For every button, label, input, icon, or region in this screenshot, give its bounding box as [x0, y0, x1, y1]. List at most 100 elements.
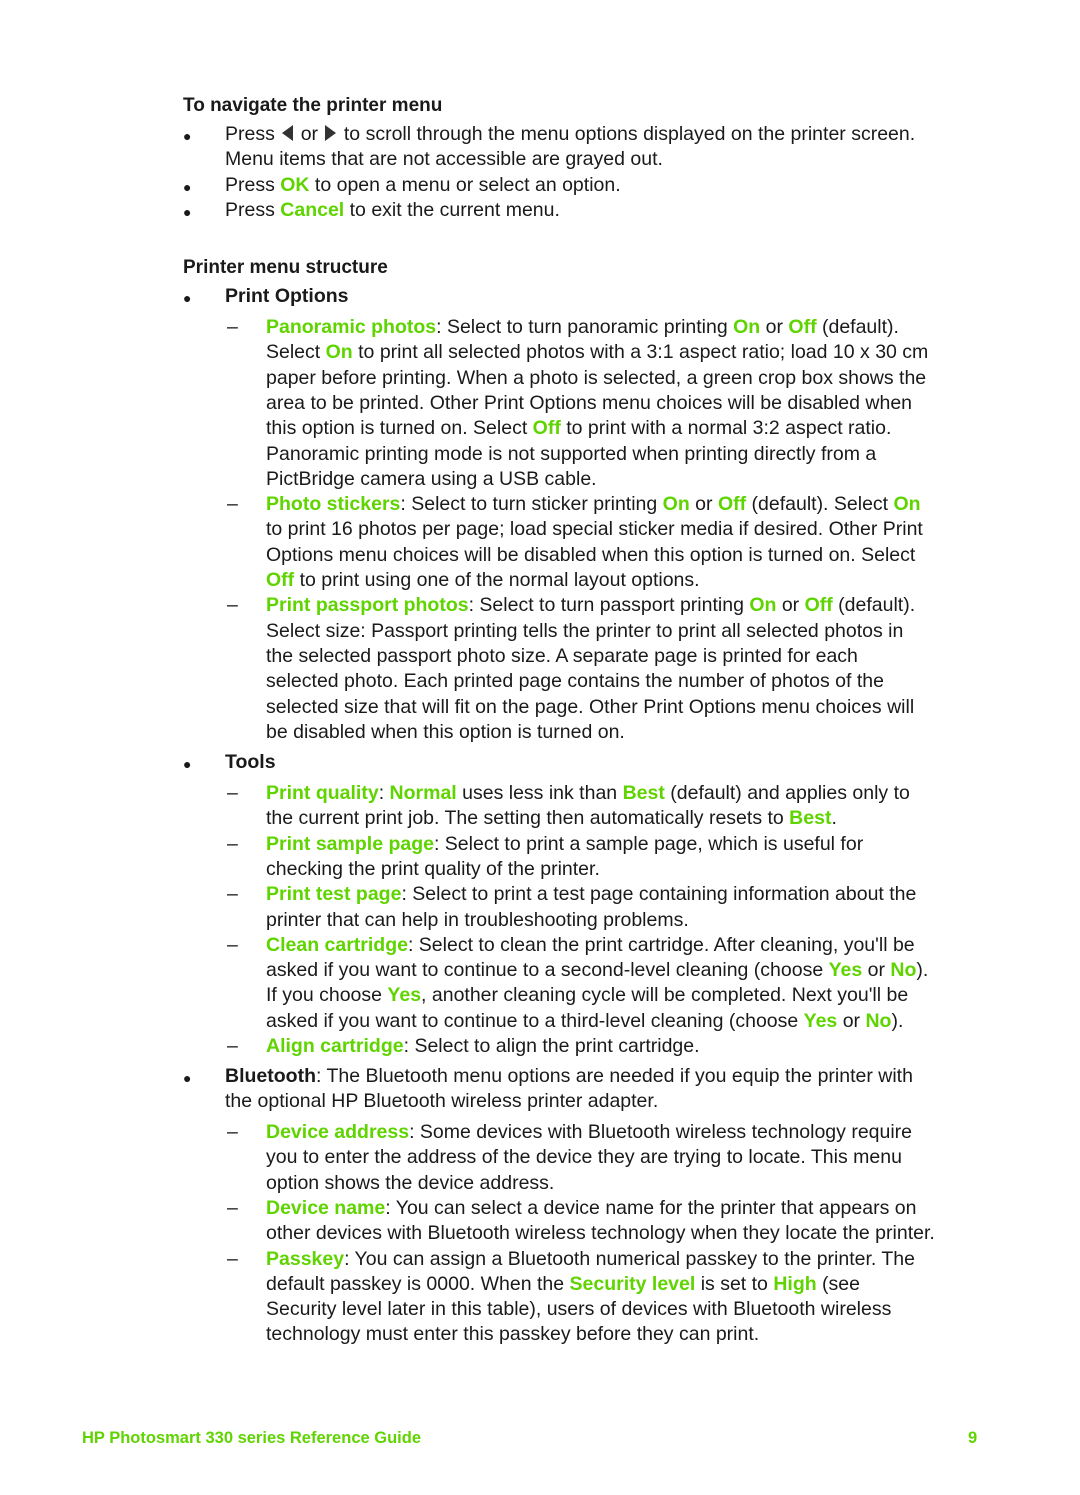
tools-item-line: the current print job. The setting then … [266, 806, 837, 831]
left-arrow-icon [282, 125, 294, 141]
body-text: this option is turned on. Select [266, 417, 533, 440]
body-text: to print with a normal 3:2 aspect ratio. [560, 417, 892, 440]
body-text: (see [816, 1272, 860, 1295]
body-text: , another cleaning cycle will be complet… [421, 984, 909, 1007]
bluetooth-desc-line2: the optional HP Bluetooth wireless print… [225, 1090, 659, 1112]
body-text: option shows the device address. [266, 1171, 555, 1194]
body-text: the current print job. The setting then … [266, 807, 790, 830]
body-text: to print all selected photos with a 3:1 … [352, 341, 929, 364]
tools-item-line: asked if you want to continue to a secon… [266, 958, 928, 983]
tools-item-line: Print quality: Normal uses less ink than… [266, 781, 910, 806]
bullet-icon: ● [183, 756, 192, 772]
print_options-item-line: Panoramic photos: Select to turn panoram… [266, 315, 899, 340]
menu-term: Security level [569, 1272, 696, 1295]
body-text: Select [266, 341, 326, 364]
nav-bullet-1-pre: Press [225, 123, 275, 145]
nav-bullet-1: Press or to scroll through the menu opti… [225, 122, 915, 147]
tools-item-line: Print sample page: Select to print a sam… [266, 832, 863, 857]
menu-term: No [890, 959, 917, 982]
body-text: default passkey is 0000. When the [266, 1272, 570, 1295]
menu-term: Align cartridge [266, 1035, 404, 1057]
dash-bullet-icon: – [227, 1035, 238, 1057]
menu-term: Device address [266, 1121, 410, 1143]
page-number: 9 [968, 1429, 978, 1447]
print_options-item-line: Options menu choices will be disabled wh… [266, 543, 915, 568]
body-text: technology must enter this passkey befor… [266, 1323, 760, 1346]
tools-item-line: Print test page: Select to print a test … [266, 882, 916, 907]
nav-bullet-2-post: to open a menu or select an option. [309, 174, 621, 196]
nav-bullet-2: Press OK to open a menu or select an opt… [225, 173, 621, 198]
nav-bullet-2-pre: Press [225, 174, 281, 196]
bluetooth-item-line: Device name: You can select a device nam… [266, 1196, 916, 1221]
body-text: : [378, 782, 390, 804]
dash-bullet-icon: – [227, 493, 238, 516]
nav-bullet-3-pre: Press [225, 199, 281, 221]
tools-item-line: Align cartridge: Select to align the pri… [266, 1034, 700, 1059]
dash-bullet-icon: – [227, 782, 238, 804]
dash-bullet-icon: – [227, 933, 238, 956]
body-text: ). [891, 1009, 904, 1032]
tools-item-line: asked if you want to continue to a third… [266, 1009, 903, 1034]
body-text: or [760, 316, 789, 338]
print_options-item-line: Off to print using one of the normal lay… [266, 568, 700, 593]
menu-term: Off [532, 417, 561, 440]
body-text: or [689, 493, 718, 516]
menu-term: On [325, 341, 353, 364]
body-text: or [837, 1009, 866, 1032]
menu-term: Yes [387, 984, 422, 1007]
body-text: (default). Select [746, 493, 894, 516]
menu-term: No [865, 1009, 892, 1032]
nav-bullet-3: Press Cancel to exit the current menu. [225, 198, 560, 223]
menu-term: On [662, 493, 690, 516]
bluetooth-item-line: other devices with Bluetooth wireless te… [266, 1221, 935, 1246]
body-text: asked if you want to continue to a third… [266, 1009, 804, 1032]
body-text: paper before printing. When a photo is s… [266, 366, 927, 389]
body-text: : Some devices with Bluetooth wireless t… [409, 1121, 913, 1143]
body-text: : Select to turn panoramic printing [436, 316, 734, 338]
menu-term: Best [789, 807, 832, 830]
menu-term: On [733, 316, 761, 338]
body-text: : Select to turn passport printing [468, 594, 750, 617]
body-text: : Select to clean the print cartridge. A… [407, 933, 915, 956]
tools-item-line: If you choose Yes, another cleaning cycl… [266, 983, 908, 1008]
menu-term: Yes [803, 1009, 838, 1032]
nav-bullet-1-post: to scroll through the menu options displ… [343, 123, 916, 145]
menu-term: Best [622, 782, 665, 804]
tools-item-line: Clean cartridge: Select to clean the pri… [266, 933, 915, 958]
print_options-item-line: Photo stickers: Select to turn sticker p… [266, 492, 921, 517]
bluetooth-desc-line1: : The Bluetooth menu options are needed … [315, 1065, 913, 1087]
body-text: selected size that will fit on the page.… [266, 695, 915, 718]
dash-bullet-icon: – [227, 594, 238, 617]
menu-term: Yes [828, 959, 863, 982]
menu-term: Print sample page [266, 832, 434, 855]
bluetooth-item-line: Passkey: You can assign a Bluetooth nume… [266, 1247, 915, 1272]
body-text: (default). [832, 594, 916, 617]
body-text: to print using one of the normal layout … [294, 569, 700, 591]
cancel-key-label: Cancel [280, 199, 345, 221]
print_options-item-line: paper before printing. When a photo is s… [266, 366, 926, 391]
body-text: selected photo. Each printed page contai… [266, 670, 884, 693]
body-text: uses less ink than [456, 782, 623, 804]
menu-term: Normal [389, 782, 457, 804]
body-text: ). [916, 959, 929, 982]
print_options-item-line: Select On to print all selected photos w… [266, 340, 928, 365]
nav-bullet-1-mid: or [300, 123, 319, 145]
menu-term: Clean cartridge [266, 933, 408, 956]
dash-bullet-icon: – [227, 1196, 238, 1219]
tools-item-line: checking the print quality of the printe… [266, 857, 600, 882]
print_options-item-line: area to be printed. Other Print Options … [266, 391, 912, 416]
body-text: be disabled when this option is turned o… [266, 720, 625, 743]
bluetooth-desc: Bluetooth: The Bluetooth menu options ar… [225, 1064, 913, 1089]
bullet-icon: ● [183, 290, 192, 306]
menu-term: Panoramic photos [266, 316, 437, 338]
footer-title: HP Photosmart 330 series Reference Guide [82, 1429, 422, 1447]
menu-term: On [893, 493, 921, 516]
document-page: To navigate the printer menu ● Press or … [0, 0, 1080, 1495]
body-text: (default) and applies only to [664, 782, 910, 804]
body-text: checking the print quality of the printe… [266, 857, 600, 880]
bullet-icon: ● [183, 179, 192, 195]
nav-bullet-3-post: to exit the current menu. [344, 199, 560, 221]
nav-heading: To navigate the printer menu [183, 95, 443, 116]
body-text: . [831, 807, 837, 830]
bullet-icon: ● [183, 204, 192, 220]
